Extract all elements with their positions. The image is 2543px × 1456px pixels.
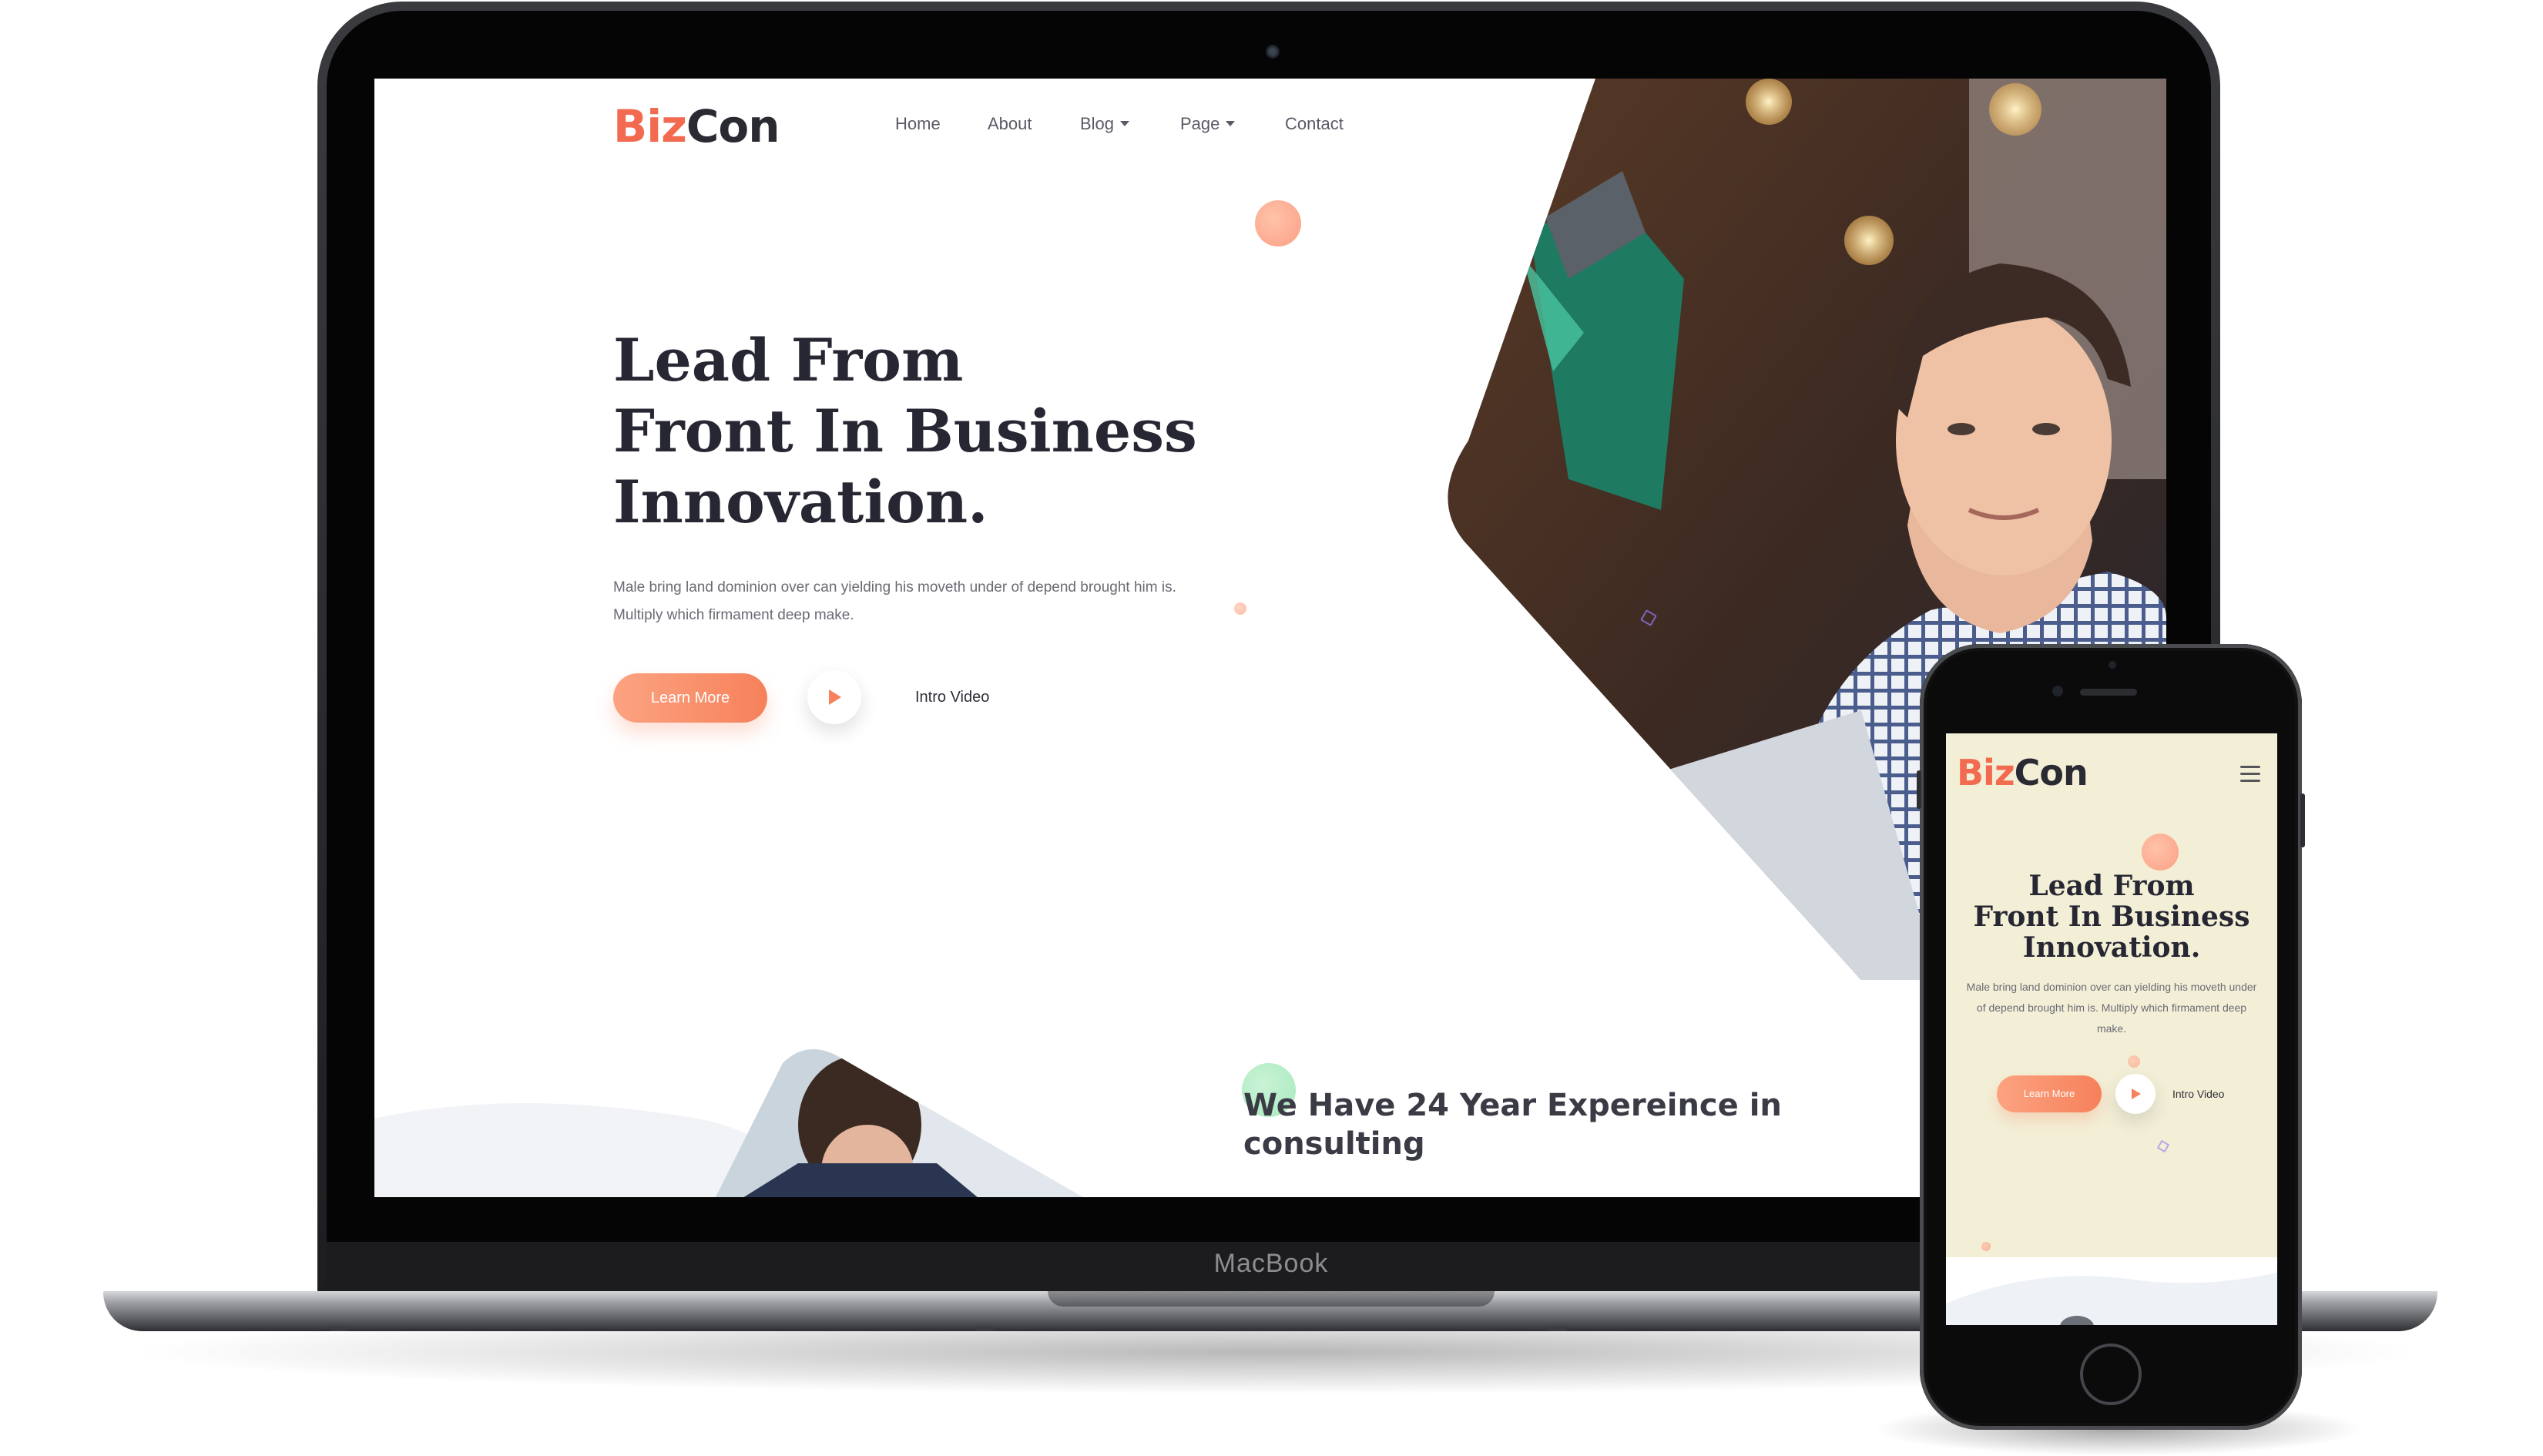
decor-dot bbox=[2128, 1055, 2140, 1068]
laptop-camera bbox=[1266, 45, 1280, 59]
laptop-screen: BizCon Home About Blog Page Contact Lead… bbox=[374, 79, 2166, 1197]
hero-title-line: Front In Business bbox=[1973, 901, 2250, 933]
logo-part-biz: Biz bbox=[1957, 752, 2015, 793]
play-icon bbox=[829, 689, 841, 705]
hero-title-line: Innovation. bbox=[613, 468, 988, 536]
site-logo[interactable]: BizCon bbox=[613, 100, 780, 153]
experience-title-line: We Have 24 Year Expereince in bbox=[1243, 1088, 1782, 1123]
nav-contact[interactable]: Contact bbox=[1285, 114, 1344, 134]
hero-paragraph-line: Male bring land dominion over can yieldi… bbox=[613, 579, 1176, 595]
nav-about[interactable]: About bbox=[988, 114, 1032, 134]
nav-page[interactable]: Page bbox=[1180, 114, 1236, 134]
mobile-learn-more-button[interactable]: Learn More bbox=[1997, 1075, 2102, 1112]
about-photo bbox=[713, 1049, 1091, 1197]
caret-down-icon bbox=[1226, 121, 1236, 126]
decor-dot bbox=[1255, 200, 1301, 247]
laptop-notch bbox=[1048, 1291, 1495, 1307]
laptop-brand-label: MacBook bbox=[1213, 1249, 1329, 1278]
hero-title-line: Lead From bbox=[613, 326, 964, 394]
mobile-next-section bbox=[1946, 1257, 2277, 1325]
mobile-hero-title: Lead From Front In Business Innovation. bbox=[1946, 871, 2277, 963]
mobile-play-button[interactable] bbox=[2115, 1074, 2156, 1114]
caret-down-icon bbox=[1120, 121, 1130, 126]
logo-part-con: Con bbox=[686, 100, 780, 153]
phone-sensor bbox=[2109, 661, 2116, 669]
hero-title: Lead From Front In Business Innovation. bbox=[613, 325, 1199, 538]
laptop-foot bbox=[330, 1327, 348, 1331]
hero-paragraph: Male bring land dominion over can yieldi… bbox=[613, 574, 1307, 629]
nav-blog-label: Blog bbox=[1080, 114, 1115, 133]
mobile-intro-video-link[interactable]: Intro Video bbox=[2172, 1088, 2224, 1100]
logo-part-biz: Biz bbox=[613, 100, 687, 153]
nav-contact-label: Contact bbox=[1285, 114, 1344, 133]
hamburger-menu-icon[interactable] bbox=[2240, 766, 2260, 783]
hero-paragraph-line: Multiply which firmament deep make. bbox=[613, 607, 854, 623]
hero-paragraph-line: of depend brought him is. Multiply which… bbox=[1976, 1001, 2247, 1014]
nav-about-label: About bbox=[988, 114, 1032, 133]
phone-camera bbox=[2052, 686, 2063, 696]
decor-diamond bbox=[2156, 1139, 2170, 1153]
experience-title-line: consulting bbox=[1243, 1126, 1425, 1162]
hero-paragraph-line: make. bbox=[2096, 1022, 2127, 1035]
experience-title: We Have 24 Year Expereince in consulting bbox=[1243, 1086, 1937, 1163]
hero-paragraph-line: Male bring land dominion over can yieldi… bbox=[1966, 981, 2257, 993]
decor-dot bbox=[2142, 834, 2179, 871]
phone-home-button[interactable] bbox=[2080, 1344, 2142, 1405]
laptop-foot bbox=[1548, 1327, 1567, 1331]
intro-video-link[interactable]: Intro Video bbox=[915, 689, 989, 706]
hero-title-line: Lead From bbox=[2028, 870, 2195, 902]
decor-dot bbox=[1981, 1242, 1991, 1251]
play-button[interactable] bbox=[807, 670, 861, 724]
nav-blog[interactable]: Blog bbox=[1080, 114, 1130, 134]
phone-side-button bbox=[2300, 793, 2305, 847]
play-icon bbox=[2132, 1089, 2141, 1099]
mobile-hero-paragraph: Male bring land dominion over can yieldi… bbox=[1946, 977, 2277, 1039]
section-wave bbox=[1946, 1273, 2277, 1325]
nav-home[interactable]: Home bbox=[895, 114, 941, 134]
hero-title-line: Innovation. bbox=[2022, 931, 2201, 964]
mobile-site-logo[interactable]: BizCon bbox=[1957, 752, 2088, 793]
laptop-foot bbox=[975, 1327, 994, 1331]
phone-screen: BizCon Lead From Front In Business Innov… bbox=[1946, 733, 2277, 1325]
hero-title-line: Front In Business bbox=[613, 397, 1197, 465]
learn-more-button[interactable]: Learn More bbox=[613, 673, 767, 723]
nav-page-label: Page bbox=[1180, 114, 1220, 133]
logo-part-con: Con bbox=[2014, 752, 2088, 793]
phone-speaker bbox=[2080, 689, 2137, 696]
nav-home-label: Home bbox=[895, 114, 941, 133]
phone-side-button bbox=[1917, 770, 1921, 809]
